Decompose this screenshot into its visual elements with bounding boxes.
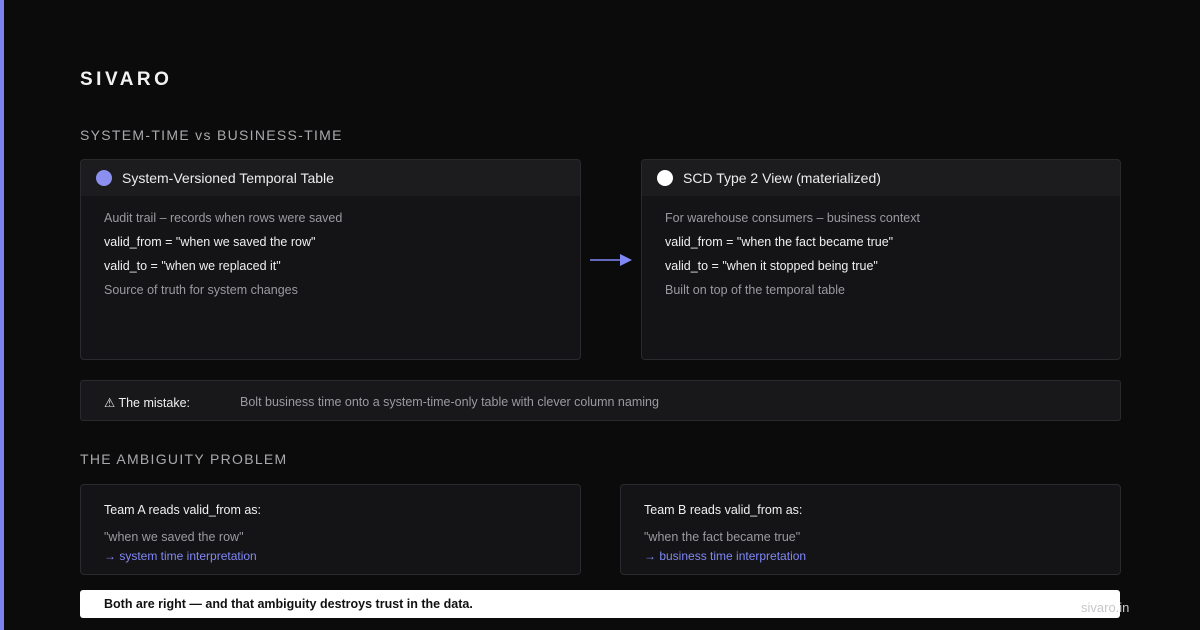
- card-line: Audit trail – records when rows were sav…: [104, 211, 343, 225]
- conclusion-banner: Both are right — and that ambiguity dest…: [80, 590, 1120, 618]
- card-body: For warehouse consumers – business conte…: [642, 196, 1120, 306]
- card-line: Built on top of the temporal table: [665, 283, 845, 297]
- team-interpretation: → business time interpretation: [644, 549, 807, 563]
- section-title-ambiguity: THE AMBIGUITY PROBLEM: [80, 451, 288, 467]
- card-header: System-Versioned Temporal Table: [81, 160, 580, 196]
- team-a-card: Team A reads valid_from as: "when we sav…: [80, 484, 581, 575]
- team-heading: Team B reads valid_from as:: [644, 503, 803, 517]
- scd-type2-card: SCD Type 2 View (materialized) For wareh…: [641, 159, 1121, 360]
- card-line: valid_to = "when we replaced it": [104, 259, 281, 273]
- status-dot-icon: [96, 170, 112, 186]
- card-header: SCD Type 2 View (materialized): [642, 160, 1120, 196]
- card-body: Audit trail – records when rows were sav…: [81, 196, 580, 306]
- team-quote: "when the fact became true": [644, 530, 801, 544]
- card-title: System-Versioned Temporal Table: [122, 170, 334, 186]
- team-heading: Team A reads valid_from as:: [104, 503, 262, 517]
- mistake-label: ⚠ The mistake:: [104, 396, 191, 410]
- mistake-callout: ⚠ The mistake: Bolt business time onto a…: [80, 380, 1121, 421]
- status-dot-icon: [657, 170, 673, 186]
- card-line: valid_from = "when we saved the row": [104, 235, 316, 249]
- card-title: SCD Type 2 View (materialized): [683, 170, 881, 186]
- section-title-system-vs-business: SYSTEM-TIME vs BUSINESS-TIME: [80, 127, 343, 143]
- temporal-table-card: System-Versioned Temporal Table Audit tr…: [80, 159, 581, 360]
- arrow-right-icon: [590, 254, 632, 266]
- accent-bar: [0, 0, 4, 630]
- brand-logo: SIVARO: [80, 69, 173, 90]
- team-quote: "when we saved the row": [104, 530, 244, 544]
- card-line: For warehouse consumers – business conte…: [665, 211, 920, 225]
- card-line: valid_to = "when it stopped being true": [665, 259, 878, 273]
- card-line: Source of truth for system changes: [104, 283, 298, 297]
- banner-text: Both are right — and that ambiguity dest…: [104, 597, 473, 611]
- mistake-text: Bolt business time onto a system-time-on…: [240, 395, 659, 409]
- team-b-card: Team B reads valid_from as: "when the fa…: [620, 484, 1121, 575]
- team-interpretation: → system time interpretation: [104, 549, 257, 563]
- card-line: valid_from = "when the fact became true": [665, 235, 894, 249]
- slide: SIVARO SYSTEM-TIME vs BUSINESS-TIME Syst…: [0, 0, 1200, 630]
- footer-url: sivaro.in: [1081, 600, 1130, 615]
